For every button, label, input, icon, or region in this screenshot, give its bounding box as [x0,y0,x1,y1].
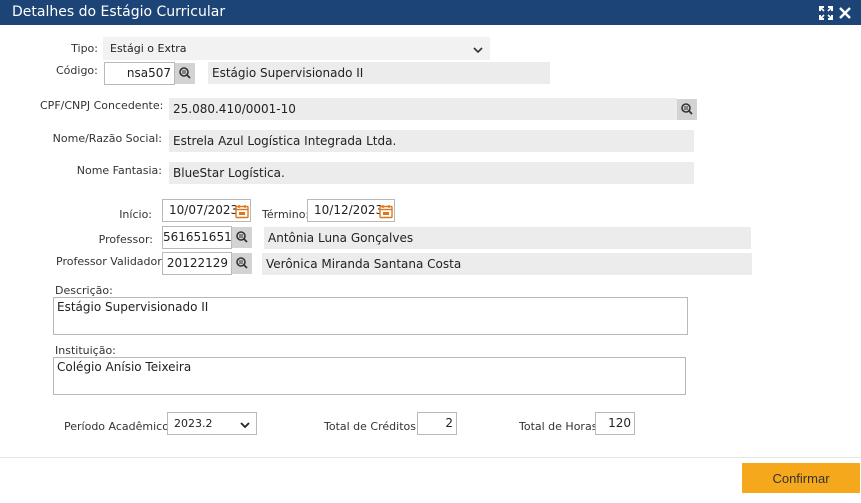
nome-fantasia-label: Nome Fantasia: [76,164,162,177]
nome-fantasia-field: BlueStar Logística. [169,162,694,184]
descricao-label: Descrição: [55,284,113,297]
chevron-down-icon [240,417,250,438]
search-list-icon [178,66,193,82]
periodo-value: 2023.2 [174,417,213,430]
window-title: Detalhes do Estágio Curricular [12,4,226,20]
calendar-icon[interactable] [378,202,394,220]
nome-razao-label: Nome/Razão Social: [52,132,162,145]
professor-input[interactable]: 561651651 [162,226,232,249]
expand-icon[interactable] [818,5,834,21]
search-list-icon [680,102,695,118]
total-horas-label: Total de Horas: [519,420,602,433]
termino-label: Término: [262,208,310,221]
periodo-select[interactable]: 2023.2 [167,412,257,435]
codigo-description: Estágio Supervisionado II [208,62,550,84]
instituicao-label: Instituição: [55,344,116,357]
professor-name: Antônia Luna Gonçalves [264,227,751,249]
close-icon[interactable] [837,5,853,21]
title-bar: Detalhes do Estágio Curricular [0,0,861,25]
tipo-label: Tipo: [71,42,98,55]
total-horas-input[interactable]: 120 [595,412,635,435]
tipo-select[interactable]: Estági o Extra [103,37,490,60]
professor-lookup-button[interactable] [232,227,252,248]
periodo-label: Período Acadêmico: [64,420,173,433]
professor-validador-name: Verônica Miranda Santana Costa [262,253,752,275]
professor-validador-lookup-button[interactable] [232,253,252,274]
search-list-icon [235,230,250,246]
codigo-input[interactable]: nsa507 [104,62,175,85]
inicio-label: Início: [119,208,152,221]
chevron-down-icon [473,42,483,63]
total-creditos-input[interactable]: 2 [417,412,457,435]
tipo-value: Estági o Extra [110,42,187,55]
calendar-icon[interactable] [234,202,250,220]
codigo-label: Código: [56,64,98,77]
instituicao-textarea[interactable]: Colégio Anísio Teixeira [53,357,686,395]
footer-divider [0,457,861,458]
cpf-cnpj-field: 25.080.410/0001-10 [169,98,677,120]
professor-validador-label: Professor Validador: [56,255,166,268]
total-creditos-label: Total de Créditos: [324,420,420,433]
professor-label: Professor: [98,233,153,246]
search-list-icon [235,256,250,272]
cpf-cnpj-lookup-button[interactable] [677,99,697,120]
codigo-lookup-button[interactable] [175,63,195,84]
confirm-button[interactable]: Confirmar [742,463,860,493]
professor-validador-input[interactable]: 20122129 [162,252,232,275]
nome-razao-field: Estrela Azul Logística Integrada Ltda. [169,130,694,152]
descricao-textarea[interactable]: Estágio Supervisionado II [53,297,688,335]
cpf-cnpj-label: CPF/CNPJ Concedente: [40,99,164,112]
